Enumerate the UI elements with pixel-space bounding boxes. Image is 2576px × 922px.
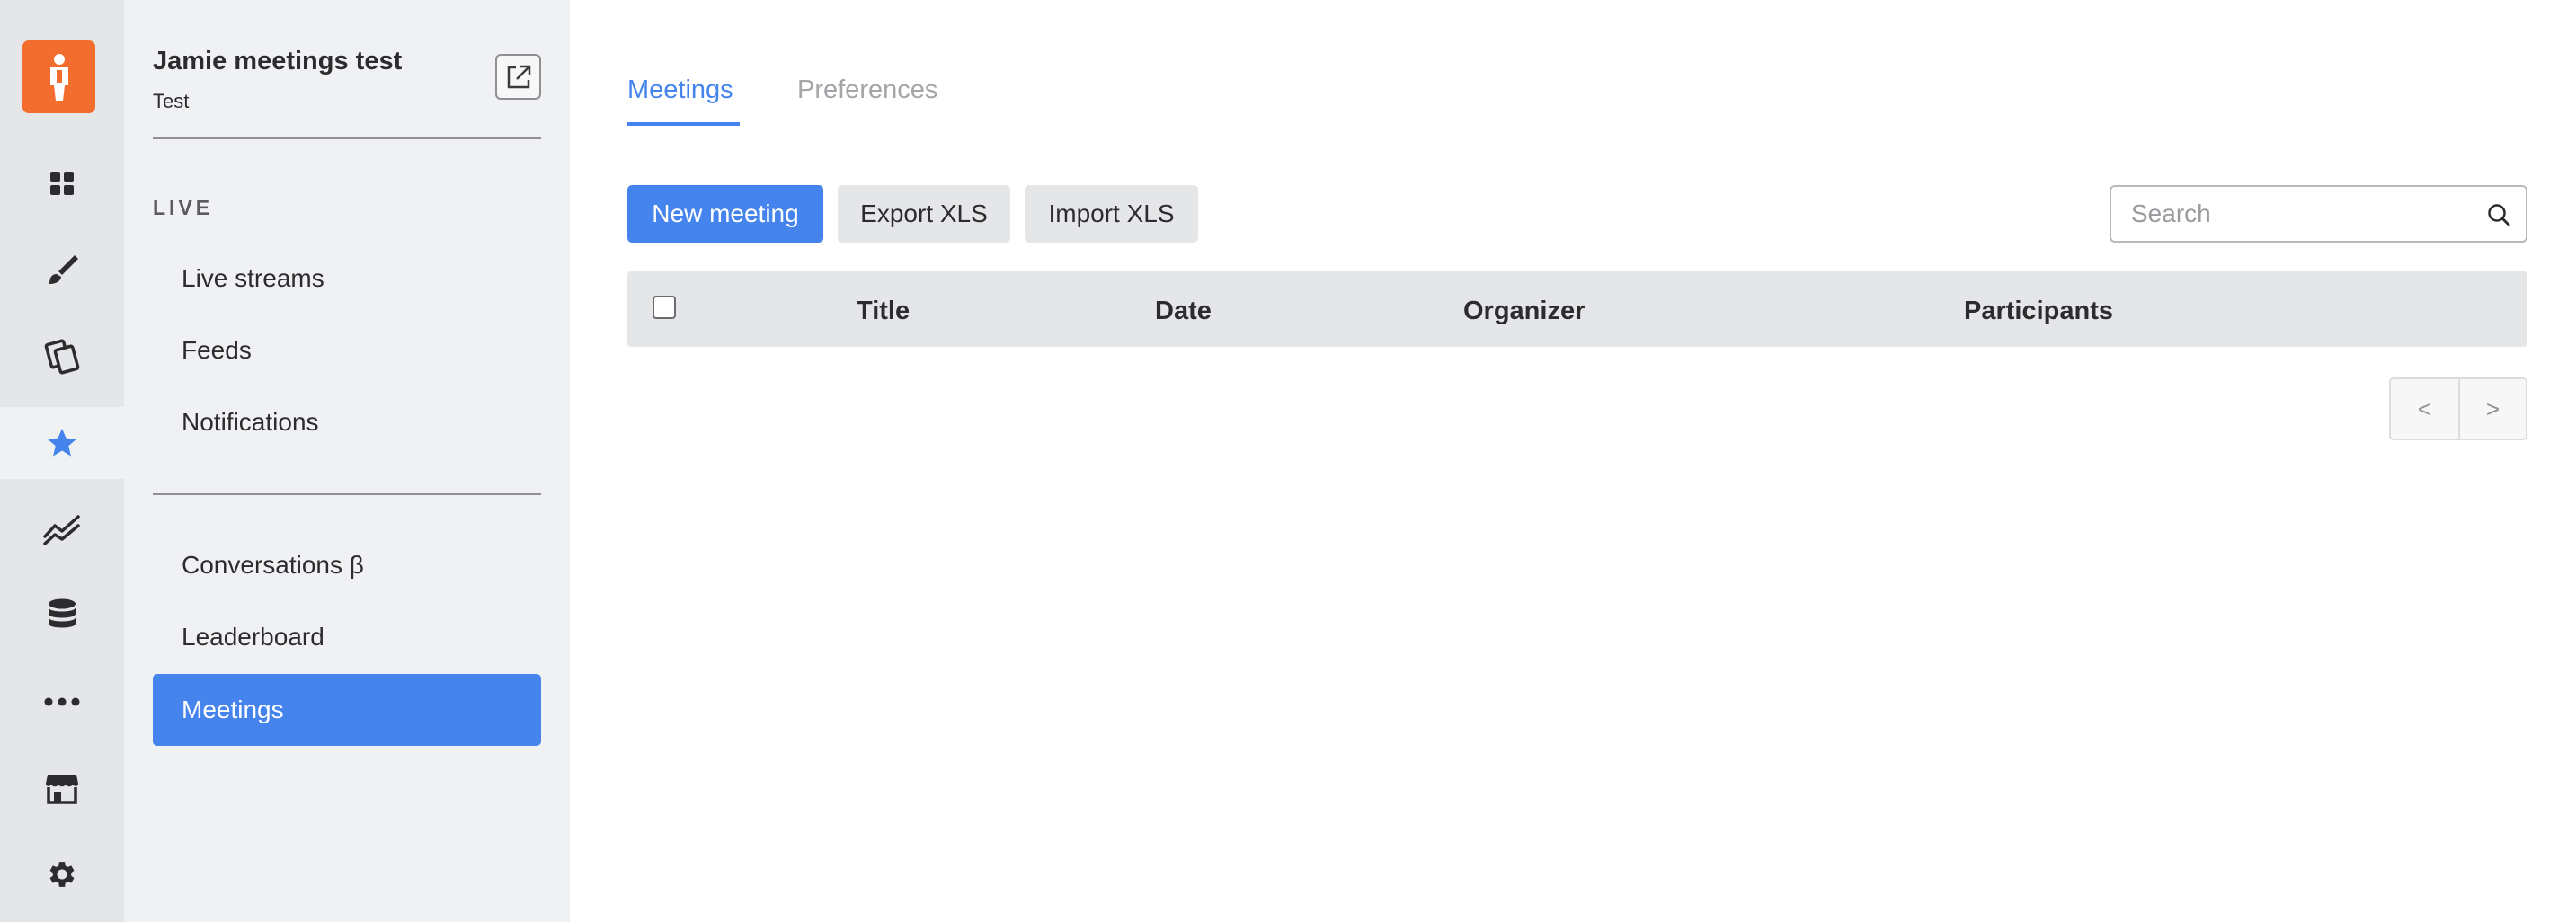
column-header-organizer[interactable]: Organizer xyxy=(1463,297,1585,326)
project-title: Jamie meetings test xyxy=(153,47,403,75)
brush-icon xyxy=(49,255,78,284)
external-link-icon xyxy=(507,65,530,88)
settings-icon xyxy=(49,862,75,887)
store-icon xyxy=(46,775,78,804)
sidebar-item-live-streams[interactable]: Live streams xyxy=(153,243,541,315)
export-xls-button[interactable]: Export XLS xyxy=(838,185,1010,243)
rail-item-settings[interactable] xyxy=(0,838,124,910)
search-icon xyxy=(2488,204,2510,226)
rail-item-cards[interactable] xyxy=(0,320,124,392)
sidebar-item-label: Leaderboard xyxy=(182,623,324,651)
sidebar-item-notifications[interactable]: Notifications xyxy=(153,386,541,458)
new-meeting-button[interactable]: New meeting xyxy=(627,185,823,243)
sidebar-item-conversations[interactable]: Conversations β xyxy=(153,529,541,601)
sidebar-item-feeds[interactable]: Feeds xyxy=(153,315,541,386)
star-icon xyxy=(47,428,77,457)
import-xls-button[interactable]: Import XLS xyxy=(1025,185,1198,243)
next-page-button[interactable]: > xyxy=(2457,379,2526,439)
select-all-checkbox[interactable] xyxy=(653,296,676,319)
search-box xyxy=(2110,185,2527,243)
rail-item-design[interactable] xyxy=(0,234,124,306)
sidebar-divider xyxy=(153,137,541,139)
table-header: Title Date Organizer Participants xyxy=(627,271,2527,347)
column-header-date[interactable]: Date xyxy=(1155,297,1212,326)
tab-preferences[interactable]: Preferences xyxy=(797,75,937,105)
search-input[interactable] xyxy=(2131,187,2473,241)
column-header-title[interactable]: Title xyxy=(857,297,910,326)
cards-icon xyxy=(44,339,80,375)
pagination: < > xyxy=(2389,377,2527,440)
rail-item-more[interactable] xyxy=(0,666,124,738)
person-logo-icon xyxy=(49,53,68,101)
tab-meetings[interactable]: Meetings xyxy=(627,75,733,105)
previous-page-button[interactable]: < xyxy=(2391,379,2458,439)
sidebar-item-label: Live streams xyxy=(182,264,324,292)
sidebar-item-meetings[interactable]: Meetings xyxy=(153,674,541,746)
sidebar: Jamie meetings test Test LIVE Live strea… xyxy=(124,0,570,922)
sidebar-item-leaderboard[interactable]: Leaderboard xyxy=(153,601,541,673)
project-subtitle: Test xyxy=(153,90,190,112)
database-icon xyxy=(49,598,76,628)
sidebar-item-label: Conversations β xyxy=(182,551,364,579)
rail-item-store[interactable] xyxy=(0,752,124,824)
app-logo[interactable] xyxy=(22,40,95,113)
main-content: Meetings Preferences New meeting Export … xyxy=(570,0,2576,922)
sidebar-item-label: Feeds xyxy=(182,336,252,364)
rail-item-engagement[interactable] xyxy=(0,407,124,479)
sidebar-divider xyxy=(153,493,541,495)
rail-item-analytics[interactable] xyxy=(0,493,124,565)
rail-item-dashboard[interactable] xyxy=(0,147,124,219)
column-header-participants[interactable]: Participants xyxy=(1964,297,2113,326)
icon-rail xyxy=(0,0,124,922)
more-icon xyxy=(44,697,80,706)
open-external-button[interactable] xyxy=(495,54,541,100)
sidebar-item-label: Meetings xyxy=(182,696,284,723)
dashboard-icon xyxy=(50,172,74,195)
analytics-icon xyxy=(43,515,80,545)
active-tab-indicator xyxy=(627,122,740,126)
rail-item-database[interactable] xyxy=(0,580,124,652)
section-label-live: LIVE xyxy=(153,196,214,219)
sidebar-item-label: Notifications xyxy=(182,408,319,436)
